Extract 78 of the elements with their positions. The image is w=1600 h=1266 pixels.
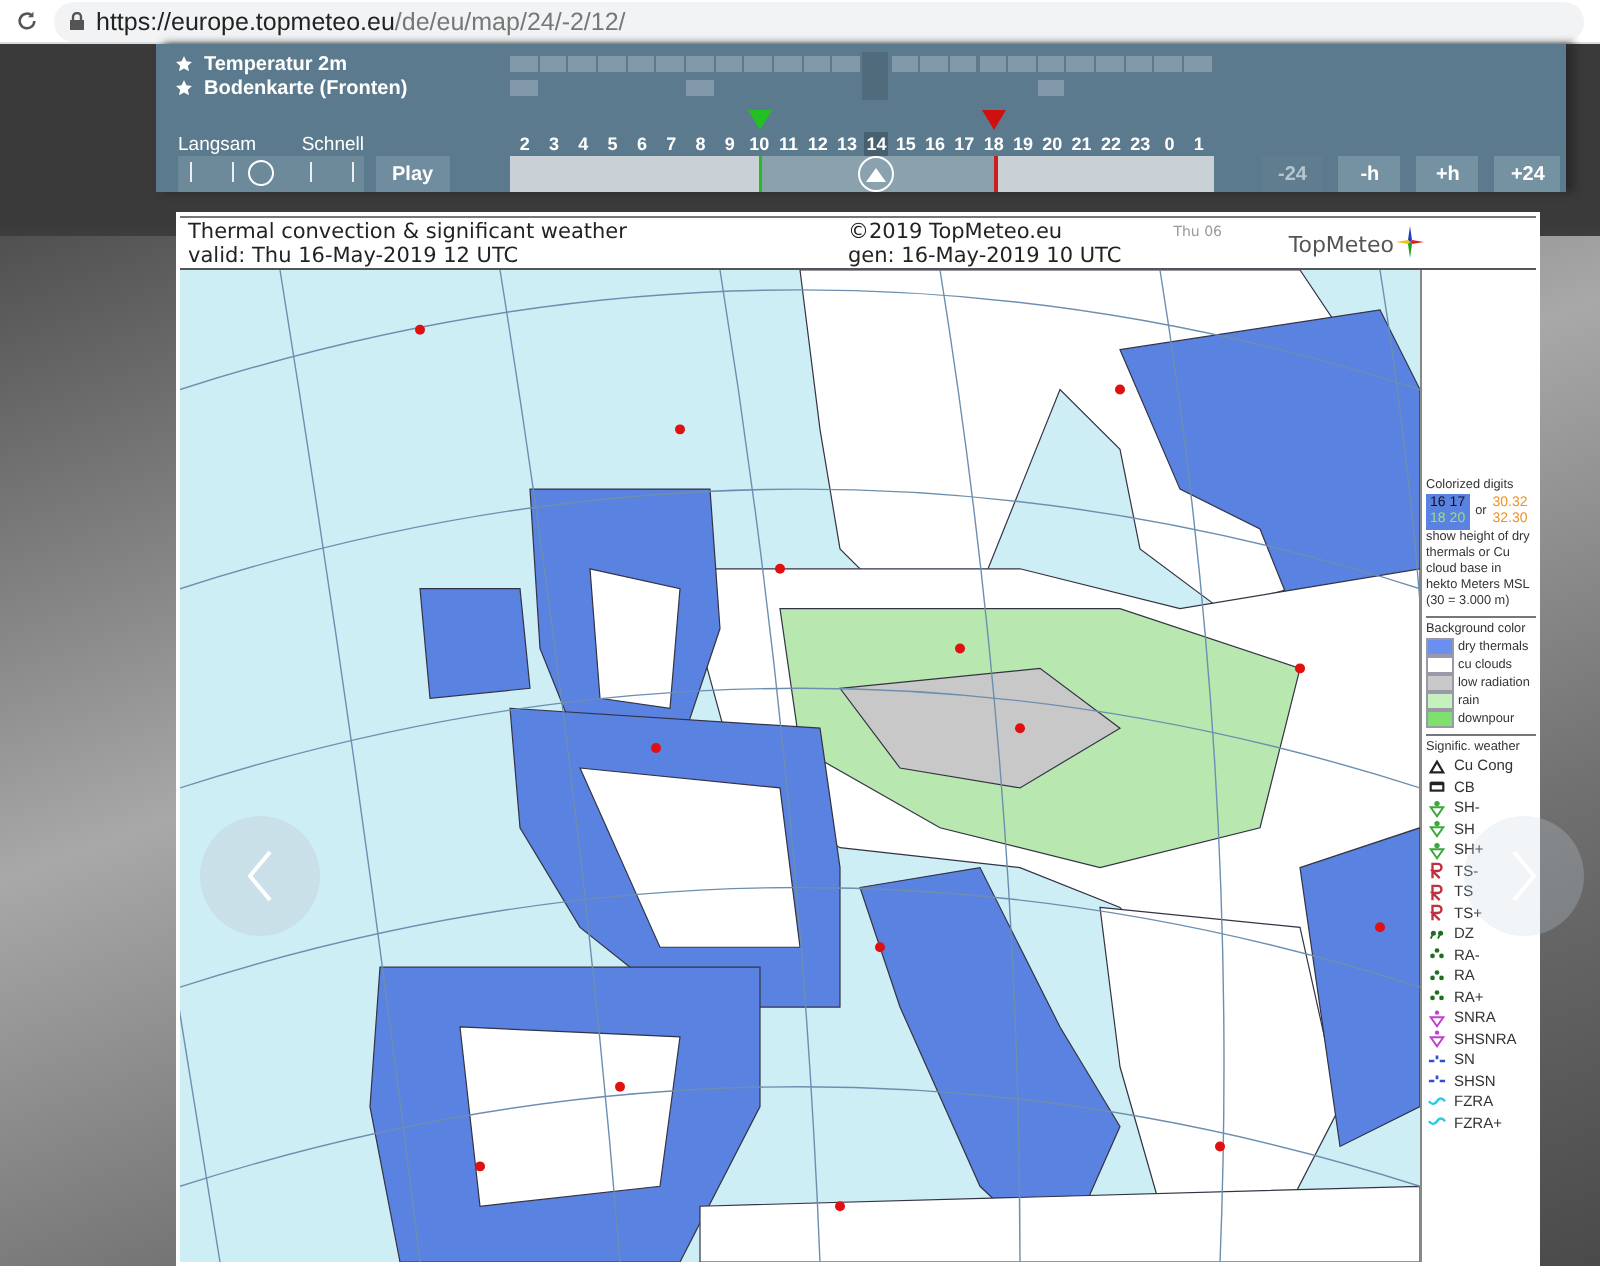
hour-label[interactable]: 22 xyxy=(1098,132,1123,156)
layer-label[interactable]: Bodenkarte (Fronten) xyxy=(204,77,408,99)
hour-label[interactable]: 15 xyxy=(893,132,918,156)
availability-cell[interactable] xyxy=(715,56,743,72)
play-button[interactable]: Play xyxy=(376,156,450,192)
availability-cell[interactable] xyxy=(1184,56,1212,72)
marker-triangle-icon[interactable] xyxy=(747,108,772,132)
url-text: https://europe.topmeteo.eu/de/eu/map/24/-2/12/ xyxy=(96,7,626,35)
availability-cell[interactable] xyxy=(891,56,919,72)
availability-cell[interactable] xyxy=(685,56,714,72)
hour-label[interactable]: 5 xyxy=(605,132,620,156)
availability-cell[interactable] xyxy=(510,56,538,72)
availability-cell[interactable] xyxy=(979,56,1007,72)
hour-label[interactable]: 13 xyxy=(835,132,860,156)
availability-cell[interactable] xyxy=(597,56,626,72)
availability-cell[interactable] xyxy=(627,56,655,72)
hour-label[interactable]: 9 xyxy=(722,132,737,156)
availability-cell[interactable] xyxy=(1066,56,1095,72)
hour-label[interactable]: 0 xyxy=(1162,132,1177,156)
hour-label[interactable]: 4 xyxy=(576,132,591,156)
address-bar[interactable]: https://europe.topmeteo.eu/de/eu/map/24/-2/12/ xyxy=(54,1,1584,41)
generated-time: gen: 16-May-2019 10 UTC xyxy=(848,244,1122,268)
valid-time: valid: Thu 16-May-2019 12 UTC xyxy=(188,243,521,267)
layer-label[interactable]: Temperatur 2m xyxy=(204,53,348,75)
availability-cell[interactable] xyxy=(773,56,801,72)
availability-cell[interactable] xyxy=(832,56,860,72)
step-button[interactable]: -h xyxy=(1338,156,1401,192)
star-icon xyxy=(176,80,192,96)
compass-star-icon xyxy=(1396,226,1424,258)
availability-cell[interactable] xyxy=(510,80,538,96)
hour-label[interactable]: 14 xyxy=(864,132,889,156)
availability-cell[interactable] xyxy=(744,56,772,72)
availability-cell[interactable] xyxy=(1096,56,1124,72)
lock-icon xyxy=(70,12,84,30)
availability-cell[interactable] xyxy=(1008,56,1036,72)
hour-label[interactable]: 1 xyxy=(1191,132,1206,156)
step-button[interactable]: +h xyxy=(1416,156,1479,192)
availability-cell[interactable] xyxy=(861,52,889,76)
chevron-left-icon xyxy=(246,848,274,904)
timeline-bar[interactable] xyxy=(510,156,1214,192)
star-icon xyxy=(176,56,192,72)
hour-label[interactable]: 20 xyxy=(1040,132,1065,156)
hour-label[interactable]: 19 xyxy=(1010,132,1035,156)
slider-thumb[interactable] xyxy=(247,160,274,186)
hour-label[interactable]: 11 xyxy=(776,132,800,156)
logo-text: TopMeteo xyxy=(1288,232,1394,258)
availability-cell[interactable] xyxy=(685,80,714,96)
availability-cell[interactable] xyxy=(656,56,684,72)
map-title: Thermal convection & significant weather xyxy=(188,219,629,243)
hour-label[interactable]: 17 xyxy=(952,132,977,156)
availability-cell[interactable] xyxy=(1154,56,1183,72)
availability-cell[interactable] xyxy=(1037,80,1065,96)
reload-icon[interactable] xyxy=(16,10,38,32)
availability-cell[interactable] xyxy=(1125,56,1153,72)
hour-label[interactable]: 23 xyxy=(1128,132,1153,156)
availability-cell[interactable] xyxy=(920,56,948,72)
hour-label[interactable]: 3 xyxy=(546,132,561,156)
fast-label: Schnell xyxy=(301,134,364,156)
hour-label[interactable]: 8 xyxy=(693,132,708,156)
step-button[interactable]: +24 xyxy=(1494,156,1561,192)
availability-cell[interactable] xyxy=(539,56,567,72)
timeline-thumb[interactable] xyxy=(857,156,894,192)
hour-label[interactable]: 12 xyxy=(805,132,830,156)
hour-label[interactable]: 7 xyxy=(664,132,679,156)
slow-label: Langsam xyxy=(178,134,257,156)
hour-label[interactable]: 18 xyxy=(981,132,1006,156)
availability-cell[interactable] xyxy=(568,56,596,72)
hour-label[interactable]: 2 xyxy=(517,132,532,156)
availability-cell[interactable] xyxy=(949,56,977,72)
hour-label[interactable]: 16 xyxy=(923,132,948,156)
speed-slider[interactable] xyxy=(178,156,364,192)
availability-cell[interactable] xyxy=(1037,56,1065,72)
availability-cell[interactable] xyxy=(803,56,831,72)
marker-triangle-icon[interactable] xyxy=(981,108,1006,132)
hour-label[interactable]: 21 xyxy=(1069,132,1094,156)
hour-label[interactable]: 6 xyxy=(634,132,649,156)
copyright-text: ©2019 TopMeteo.eu xyxy=(848,220,1065,244)
hour-label[interactable]: 10 xyxy=(747,132,772,156)
